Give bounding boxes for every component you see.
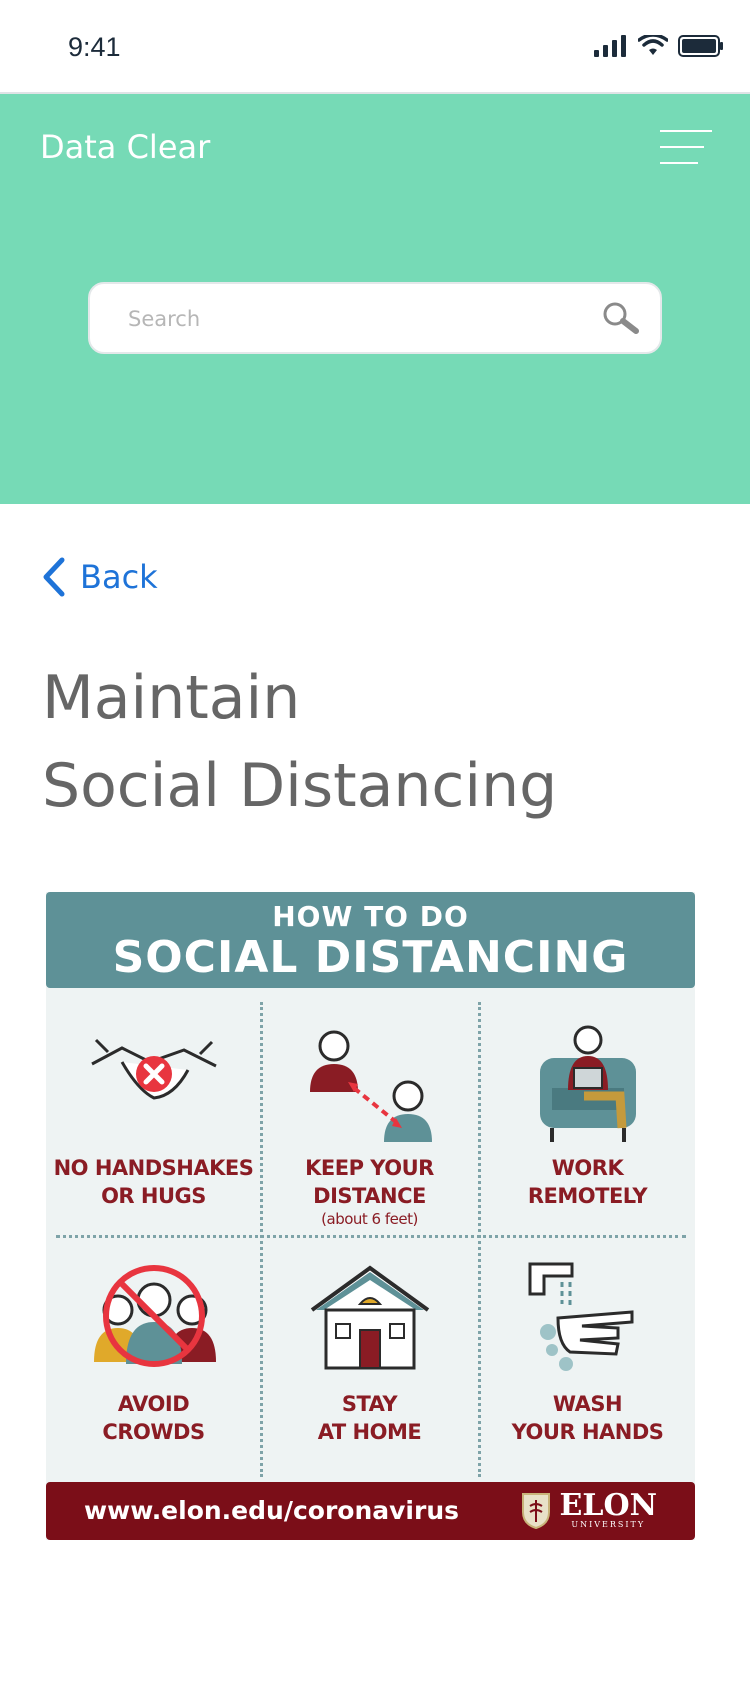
page-title-line-1: Maintain — [42, 663, 301, 733]
logo-text: ELON — [559, 1488, 657, 1523]
chevron-left-icon — [43, 557, 65, 597]
menu-icon — [660, 130, 712, 132]
tip-label: WORK REMOTELY — [527, 1156, 648, 1208]
page-title: Maintain Social Distancing — [42, 654, 722, 830]
handshake-icon — [91, 1038, 217, 1100]
search-icon[interactable] — [602, 302, 640, 336]
tip-stay-at-home: STAY AT HOME — [262, 1240, 477, 1472]
signal-icon — [594, 35, 626, 57]
tip-label: AVOID CROWDS — [102, 1392, 205, 1444]
search-box — [88, 282, 662, 354]
infographic-heading: SOCIAL DISTANCING — [112, 932, 629, 983]
tip-wash-hands: WASH YOUR HANDS — [480, 1240, 695, 1472]
tip-keep-distance: KEEP YOUR DISTANCE (about 6 feet) — [262, 1004, 477, 1236]
battery-icon — [678, 35, 723, 57]
distance-icon — [310, 1030, 432, 1142]
search-input[interactable] — [126, 284, 590, 354]
elon-logo: ELON UNIVERSITY — [521, 1490, 657, 1532]
page-title-line-2: Social Distancing — [42, 751, 558, 821]
tip-label: WASH YOUR HANDS — [511, 1392, 664, 1444]
shield-icon — [522, 1493, 551, 1530]
social-distancing-infographic: HOW TO DO SOCIAL DISTANCING NO HANDSHAKE… — [46, 892, 695, 1540]
infographic-header: HOW TO DO SOCIAL DISTANCING — [46, 892, 695, 988]
house-icon — [310, 1265, 430, 1370]
crowd-icon — [94, 1265, 216, 1367]
tip-no-handshakes: NO HANDSHAKES OR HUGS — [46, 1004, 261, 1236]
footer-url: www.elon.edu/coronavirus — [84, 1496, 459, 1525]
app-header: Data Clear — [0, 94, 750, 504]
logo-subtext: UNIVERSITY — [571, 1520, 646, 1529]
tip-work-remotely: WORK REMOTELY — [480, 1004, 695, 1236]
wash-hands-icon — [528, 1262, 634, 1371]
tip-label: NO HANDSHAKES OR HUGS — [53, 1156, 254, 1208]
infographic-footer: www.elon.edu/coronavirus ELON UNIVERSITY — [46, 1482, 695, 1540]
status-time: 9:41 — [68, 32, 121, 62]
wifi-icon — [638, 35, 668, 55]
back-button[interactable]: Back — [40, 554, 158, 600]
work-remotely-icon — [540, 1025, 636, 1142]
back-label: Back — [80, 558, 158, 596]
menu-button[interactable] — [660, 130, 712, 170]
tip-label: STAY AT HOME — [317, 1392, 422, 1444]
infographic-heading-small: HOW TO DO — [272, 900, 469, 933]
app-title: Data Clear — [40, 128, 211, 166]
status-bar: 9:41 — [0, 0, 750, 94]
tip-avoid-crowds: AVOID CROWDS — [46, 1240, 261, 1472]
status-icons — [594, 32, 724, 60]
tip-label: KEEP YOUR DISTANCE (about 6 feet) — [305, 1156, 434, 1228]
